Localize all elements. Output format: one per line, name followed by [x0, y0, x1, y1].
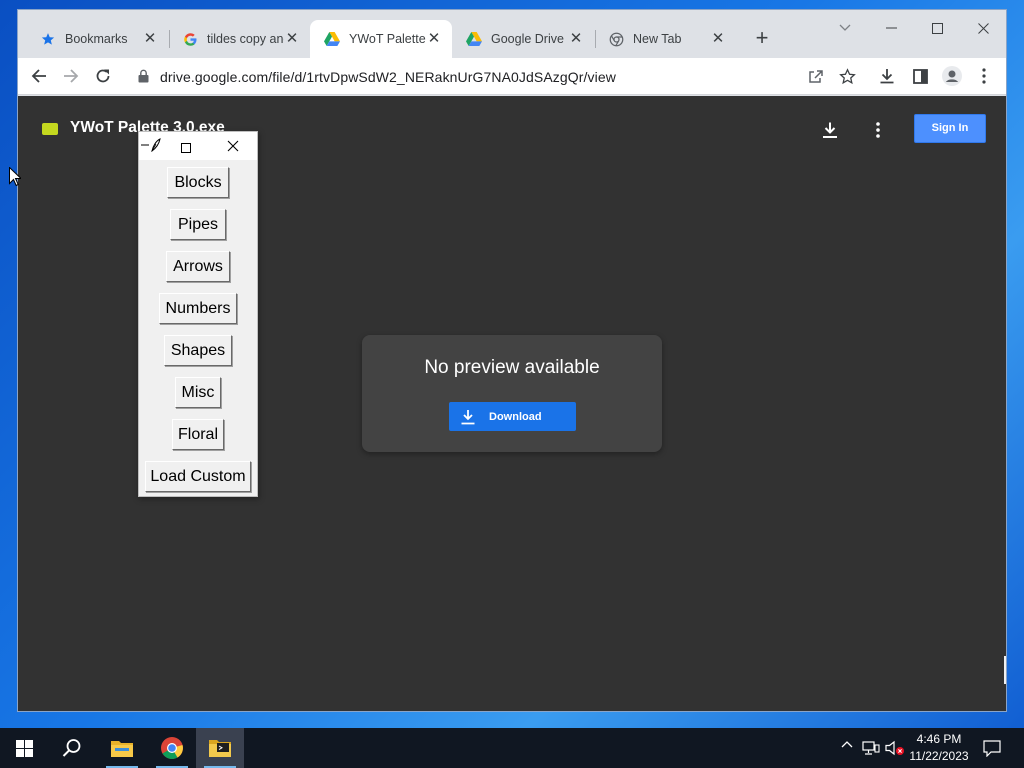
more-options-icon[interactable]: [864, 116, 892, 144]
tab-bookmarks[interactable]: Bookmarks ✕: [26, 20, 168, 58]
tab-tildes[interactable]: tildes copy and ✕: [168, 20, 310, 58]
share-icon[interactable]: [803, 63, 829, 89]
clock[interactable]: 4:46 PM 11/22/2023: [902, 731, 976, 765]
bookmark-star-icon[interactable]: [834, 63, 860, 89]
mouse-cursor-icon: [9, 166, 23, 191]
close-window-icon[interactable]: [960, 14, 1006, 42]
url-text: drive.google.com/file/d/1rtvDpwSdW2_NERa…: [160, 69, 616, 85]
clock-date: 11/22/2023: [909, 749, 969, 763]
tab-ywot-palette[interactable]: YWoT Palette ✕: [310, 20, 452, 58]
no-preview-message: No preview available: [424, 357, 600, 378]
download-icon[interactable]: [816, 116, 844, 144]
feather-icon: [141, 138, 161, 157]
side-panel-icon[interactable]: [907, 63, 933, 89]
google-g-icon: [182, 31, 198, 47]
tab-close-icon[interactable]: ✕: [426, 31, 442, 47]
forward-arrow-icon[interactable]: [58, 63, 84, 89]
palette-titlebar[interactable]: [139, 132, 257, 160]
python-app-taskbar-icon[interactable]: [196, 728, 244, 768]
drive-icon: [466, 31, 482, 47]
download-button[interactable]: Download: [449, 402, 576, 431]
start-button[interactable]: [0, 728, 48, 768]
file-explorer-icon[interactable]: [98, 728, 146, 768]
tab-new-tab[interactable]: New Tab ✕: [594, 20, 736, 58]
taskbar: 4:46 PM 11/22/2023: [0, 728, 1024, 768]
pipes-button[interactable]: Pipes: [170, 209, 226, 240]
lock-icon: [138, 69, 149, 88]
tab-close-icon[interactable]: ✕: [568, 31, 584, 47]
tab-close-icon[interactable]: ✕: [710, 31, 726, 47]
chrome-menu-icon[interactable]: [971, 63, 997, 89]
tab-google-drive[interactable]: Google Drive ✕: [452, 20, 594, 58]
profile-avatar-icon[interactable]: [939, 63, 965, 89]
palette-window: Blocks Pipes Arrows Numbers Shapes Misc …: [138, 131, 258, 497]
browser-toolbar: drive.google.com/file/d/1rtvDpwSdW2_NERa…: [18, 58, 1006, 95]
maximize-icon[interactable]: [914, 14, 960, 42]
drive-icon: [324, 31, 340, 47]
scrollbar[interactable]: [1004, 656, 1006, 684]
maximize-icon[interactable]: [181, 140, 191, 158]
address-bar[interactable]: drive.google.com/file/d/1rtvDpwSdW2_NERa…: [128, 61, 868, 92]
show-hidden-icons-chevron-icon[interactable]: [838, 740, 856, 748]
numbers-button[interactable]: Numbers: [159, 293, 237, 324]
new-tab-button[interactable]: +: [748, 25, 776, 53]
star-icon: [40, 31, 56, 47]
download-icon: [459, 408, 477, 426]
file-type-icon: [42, 123, 58, 135]
close-icon[interactable]: [227, 139, 239, 157]
minimize-icon[interactable]: [868, 14, 914, 42]
windows-logo-icon: [15, 739, 33, 757]
back-arrow-icon[interactable]: [26, 63, 52, 89]
clock-time: 4:46 PM: [916, 732, 962, 746]
network-icon[interactable]: [860, 740, 882, 756]
tab-close-icon[interactable]: ✕: [142, 31, 158, 47]
search-icon[interactable]: [48, 728, 96, 768]
no-preview-card: No preview available Download: [362, 335, 662, 452]
arrows-button[interactable]: Arrows: [166, 251, 230, 282]
chrome-icon: [608, 31, 624, 47]
downloads-icon[interactable]: [874, 63, 900, 89]
tab-search-chevron-icon[interactable]: [822, 14, 868, 42]
sign-in-button[interactable]: Sign In: [914, 114, 986, 143]
tab-close-icon[interactable]: ✕: [284, 31, 300, 47]
shapes-button[interactable]: Shapes: [164, 335, 232, 366]
tab-strip: Bookmarks ✕ tildes copy and ✕ YWoT Palet…: [18, 10, 1006, 58]
misc-button[interactable]: Misc: [175, 377, 221, 408]
chrome-taskbar-icon[interactable]: [148, 728, 196, 768]
floral-button[interactable]: Floral: [172, 419, 224, 450]
load-custom-button[interactable]: Load Custom: [145, 461, 251, 492]
blocks-button[interactable]: Blocks: [167, 167, 229, 198]
reload-icon[interactable]: [90, 63, 116, 89]
download-button-label: Download: [489, 410, 542, 423]
notifications-icon[interactable]: [980, 740, 1004, 757]
